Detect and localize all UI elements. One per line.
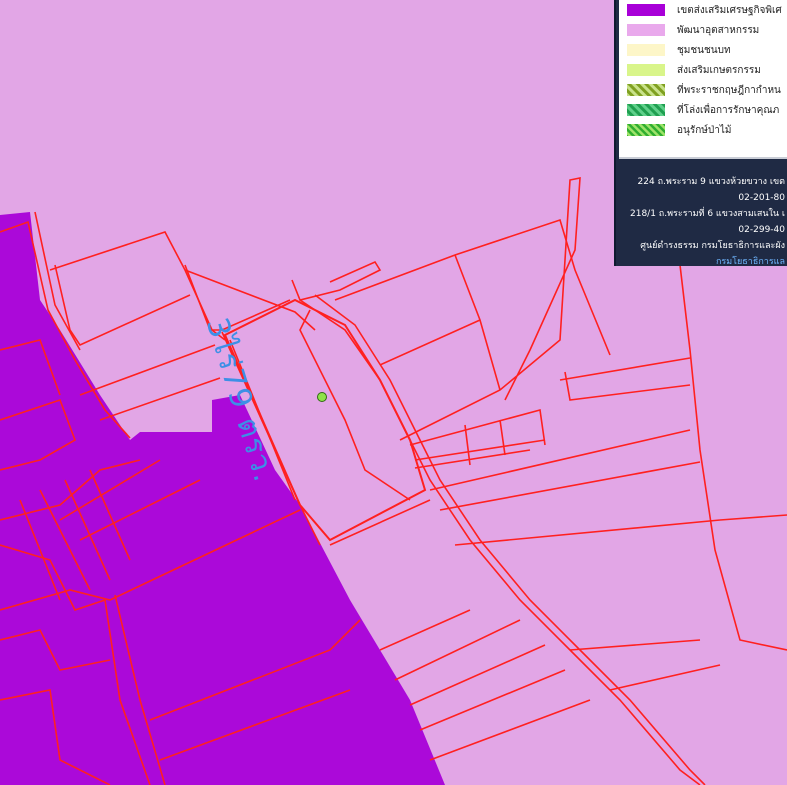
legend-label: เขตส่งเสริมเศรษฐกิจพิเศ <box>677 4 782 16</box>
legend-item-open-space: ที่โล่งเพื่อการรักษาคุณภ <box>619 100 787 120</box>
swatch-industrial <box>627 24 665 36</box>
legend-label: พัฒนาอุตสาหกรรม <box>677 24 760 36</box>
swatch-agriculture <box>627 64 665 76</box>
legend-item-agriculture: ส่งเสริมเกษตรกรรม <box>619 60 787 80</box>
legend-label: ที่โล่งเพื่อการรักษาคุณภ <box>677 104 780 116</box>
contact-info: 224 ถ.พระราม 9 แขวงห้วยขวาง เขต 02-201-8… <box>616 159 787 270</box>
legend-label: ส่งเสริมเกษตรกรรม <box>677 64 761 76</box>
legend-label: ที่พระราชกฤษฎีกากำหน <box>677 84 781 96</box>
legend-items: เขตส่งเสริมเศรษฐกิจพิเศ พัฒนาอุตสาหกรรม … <box>619 0 787 159</box>
contact-phone-2: 02-299-40 <box>738 225 785 235</box>
contact-phone-1: 02-201-80 <box>738 193 785 203</box>
swatch-open-space <box>627 104 665 116</box>
swatch-rural-community <box>627 44 665 56</box>
department-link[interactable]: กรมโยธาธิการแล <box>622 254 785 270</box>
contact-address-2: 218/1 ถ.พระรามที่ 6 แขวงสามเสนใน เ <box>630 209 785 219</box>
location-pin-icon[interactable] <box>317 392 327 402</box>
legend-item-rural-community: ชุมชนชนบท <box>619 40 787 60</box>
legend-label: ชุมชนชนบท <box>677 44 731 56</box>
legend-label: อนุรักษ์ป่าไม้ <box>677 124 732 136</box>
legend-item-special-zone: เขตส่งเสริมเศรษฐกิจพิเศ <box>619 0 787 20</box>
legend-item-royal-decree: ที่พระราชกฤษฎีกากำหน <box>619 80 787 100</box>
legend-item-forest-conservation: อนุรักษ์ป่าไม้ <box>619 120 787 140</box>
contact-address-1: 224 ถ.พระราม 9 แขวงห้วยขวาง เขต <box>637 177 785 187</box>
swatch-special-zone <box>627 4 665 16</box>
legend-panel: เขตส่งเสริมเศรษฐกิจพิเศ พัฒนาอุตสาหกรรม … <box>614 0 787 267</box>
contact-center: ศูนย์ดำรงธรรม กรมโยธาธิการและผัง <box>640 241 785 251</box>
legend-item-industrial: พัฒนาอุตสาหกรรม <box>619 20 787 40</box>
swatch-forest-conservation <box>627 124 665 136</box>
swatch-royal-decree <box>627 84 665 96</box>
